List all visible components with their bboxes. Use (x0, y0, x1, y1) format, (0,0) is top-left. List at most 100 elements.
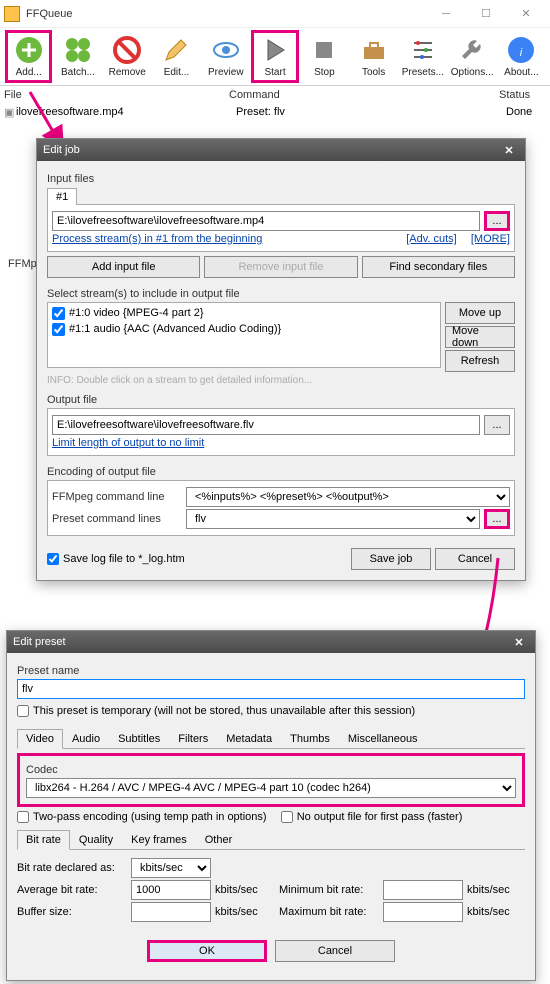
stream-1-check[interactable] (52, 307, 65, 320)
move-up-button[interactable]: Move up (445, 302, 515, 324)
preset-title: Edit preset (13, 636, 509, 648)
tab-filters[interactable]: Filters (169, 729, 217, 749)
unit-label: kbits/sec (215, 906, 275, 918)
output-path-field[interactable] (52, 415, 480, 435)
find-secondary-button[interactable]: Find secondary files (362, 256, 515, 278)
preset-select[interactable]: flv (186, 509, 480, 529)
dialog-title: Edit job (43, 144, 499, 156)
select-streams-label: Select stream(s) to include in output fi… (47, 288, 515, 300)
wrench-icon (457, 35, 487, 65)
ffmpeg-cmd-field[interactable]: <%inputs%> <%preset%> <%output%> (186, 487, 510, 507)
max-label: Maximum bit rate: (279, 906, 379, 918)
tab-thumbs[interactable]: Thumbs (281, 729, 339, 749)
move-down-button[interactable]: Move down (445, 326, 515, 348)
stop-icon (309, 35, 339, 65)
avg-field[interactable] (131, 880, 211, 900)
twopass-check[interactable]: Two-pass encoding (using temp path in op… (17, 811, 267, 823)
toolbar-start-button[interactable]: Start (251, 30, 298, 83)
tab-miscellaneous[interactable]: Miscellaneous (339, 729, 427, 749)
play-icon (260, 35, 290, 65)
output-file-label: Output file (47, 394, 515, 406)
toolbar-remove-button[interactable]: Remove (104, 30, 151, 83)
file-status: Done (506, 106, 532, 119)
stream-info: INFO: Double click on a stream to get de… (47, 375, 515, 386)
subtab-quality[interactable]: Quality (70, 830, 122, 850)
browse-output-button[interactable]: ... (484, 415, 510, 435)
dialog-titlebar[interactable]: Edit job ✕ (37, 139, 525, 161)
pencil-icon (161, 35, 191, 65)
preset-tabs: VideoAudioSubtitlesFiltersMetadataThumbs… (17, 728, 525, 749)
browse-input-button[interactable]: ... (484, 211, 510, 231)
close-button[interactable]: ✕ (506, 2, 546, 26)
close-icon[interactable]: ✕ (509, 636, 529, 649)
avg-label: Average bit rate: (17, 884, 127, 896)
file-name: ilovefreesoftware.mp4 (16, 106, 236, 119)
toolbar-options-button[interactable]: Options... (449, 30, 496, 83)
add-input-button[interactable]: Add input file (47, 256, 200, 278)
codec-label: Codec (26, 764, 516, 776)
toolbar-presets-button[interactable]: Presets... (399, 30, 446, 83)
tab-video[interactable]: Video (17, 729, 63, 749)
buf-field[interactable] (131, 902, 211, 922)
tab-subtitles[interactable]: Subtitles (109, 729, 169, 749)
min-field[interactable] (383, 880, 463, 900)
more-link[interactable]: [MORE] (471, 233, 510, 245)
bitrate-tabs: Bit rateQualityKey framesOther (17, 829, 525, 850)
limit-length-link[interactable]: Limit length of output to no limit (52, 437, 204, 449)
temporary-check[interactable]: This preset is temporary (will not be st… (17, 705, 415, 717)
codec-select[interactable]: libx264 - H.264 / AVC / MPEG-4 AVC / MPE… (26, 778, 516, 798)
sliders-icon (408, 35, 438, 65)
input-files-label: Input files (47, 173, 515, 185)
unit-label: kbits/sec (467, 906, 510, 918)
ok-button[interactable]: OK (147, 940, 267, 962)
preset-titlebar[interactable]: Edit preset ✕ (7, 631, 535, 653)
close-icon[interactable]: ✕ (499, 144, 519, 157)
list-headers: File Command Status (0, 86, 550, 104)
edit-preset-dialog: Edit preset ✕ Preset name This preset is… (6, 630, 536, 981)
process-streams-link[interactable]: Process stream(s) in #1 from the beginni… (52, 233, 402, 245)
buf-label: Buffer size: (17, 906, 127, 918)
encoding-label: Encoding of output file (47, 466, 515, 478)
subtab-bit-rate[interactable]: Bit rate (17, 830, 70, 850)
toolbar-edit-button[interactable]: Edit... (153, 30, 200, 83)
toolbar-preview-button[interactable]: Preview (202, 30, 249, 83)
input-tab-1[interactable]: #1 (47, 188, 77, 205)
declared-select[interactable]: kbits/sec (131, 858, 211, 878)
ffmpeg-cmd-label: FFMpeg command line (52, 491, 182, 503)
maximize-button[interactable]: ☐ (466, 2, 506, 26)
refresh-button[interactable]: Refresh (445, 350, 515, 372)
cancel-button[interactable]: Cancel (275, 940, 395, 962)
toolbar-about-button[interactable]: iAbout... (498, 30, 545, 83)
preset-name-label: Preset name (17, 665, 525, 677)
preset-cmd-label: Preset command lines (52, 513, 182, 525)
stream-list[interactable]: #1:0 video {MPEG-4 part 2} #1:1 audio {A… (47, 302, 441, 368)
file-row[interactable]: ▣ ilovefreesoftware.mp4 Preset: flv Done (0, 104, 550, 121)
save-log-check[interactable]: Save log file to *_log.htm (47, 553, 185, 565)
toolbar-batch-button[interactable]: Batch... (54, 30, 101, 83)
toolbar-add-button[interactable]: Add... (5, 30, 52, 83)
cancel-button[interactable]: Cancel (435, 548, 515, 570)
nooutput-check[interactable]: No output file for first pass (faster) (281, 811, 463, 823)
toolbar-stop-button[interactable]: Stop (301, 30, 348, 83)
plus4-icon (63, 35, 93, 65)
toolbar-tools-button[interactable]: Tools (350, 30, 397, 83)
toolbox-icon (359, 35, 389, 65)
max-field[interactable] (383, 902, 463, 922)
stream-2-check[interactable] (52, 323, 65, 336)
subtab-other[interactable]: Other (196, 830, 242, 850)
preset-edit-button[interactable]: ... (484, 509, 510, 529)
window-title: FFQueue (26, 8, 426, 20)
declared-label: Bit rate declared as: (17, 862, 127, 874)
toolbar: Add...Batch...RemoveEdit...PreviewStartS… (0, 28, 550, 86)
minimize-button[interactable]: ─ (426, 2, 466, 26)
tab-audio[interactable]: Audio (63, 729, 109, 749)
input-path-field[interactable] (52, 211, 480, 231)
tab-metadata[interactable]: Metadata (217, 729, 281, 749)
subtab-key-frames[interactable]: Key frames (122, 830, 196, 850)
preset-name-field[interactable] (17, 679, 525, 699)
adv-cuts-link[interactable]: [Adv. cuts] (406, 233, 457, 245)
no-icon (112, 35, 142, 65)
col-status: Status (499, 89, 530, 101)
save-job-button[interactable]: Save job (351, 548, 431, 570)
plus-icon (14, 35, 44, 65)
